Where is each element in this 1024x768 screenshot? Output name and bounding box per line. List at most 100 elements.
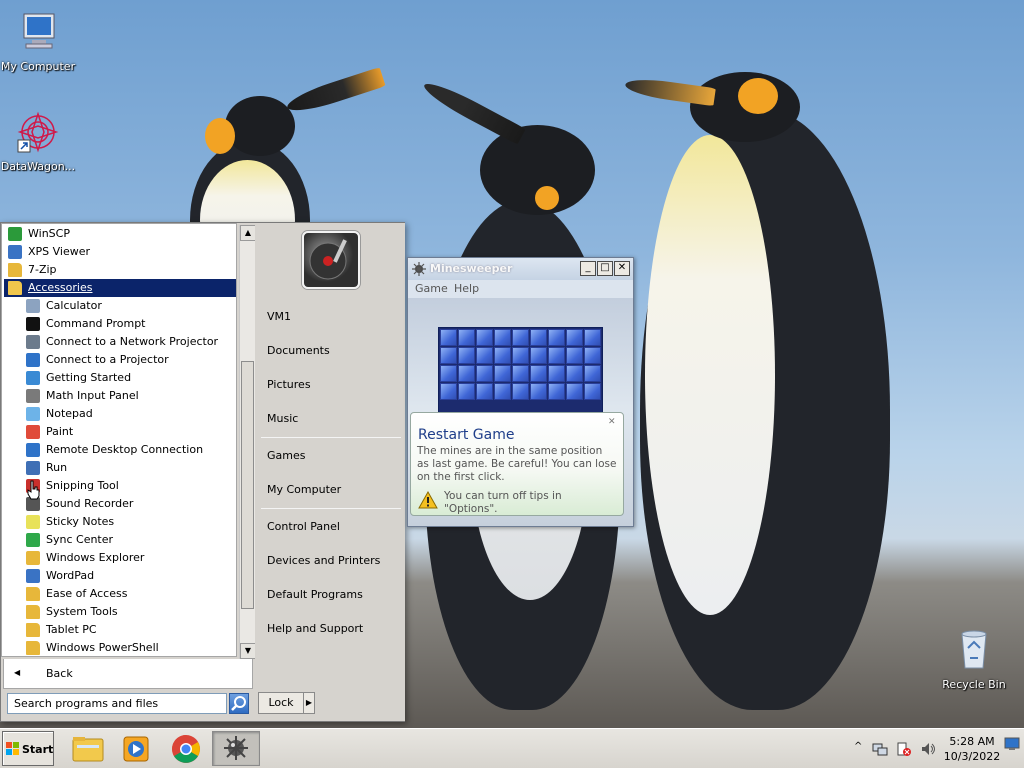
mine-cell[interactable] bbox=[512, 329, 529, 346]
menu-game[interactable]: Game bbox=[415, 282, 448, 295]
start-item-pictures[interactable]: Pictures bbox=[267, 375, 403, 395]
clock-date[interactable]: 10/3/2022 bbox=[942, 750, 1002, 763]
program-item-sticky-notes[interactable]: Sticky Notes bbox=[4, 513, 236, 531]
program-item-math-input-panel[interactable]: Math Input Panel bbox=[4, 387, 236, 405]
start-item-devices-printers[interactable]: Devices and Printers bbox=[267, 551, 403, 571]
start-item-games[interactable]: Games bbox=[267, 446, 403, 466]
scroll-up-button[interactable]: ▲ bbox=[240, 225, 256, 241]
mine-cell[interactable] bbox=[584, 365, 601, 382]
mine-cell[interactable] bbox=[440, 329, 457, 346]
scroll-thumb[interactable] bbox=[241, 361, 254, 609]
action-center-icon[interactable] bbox=[896, 741, 912, 757]
taskbar-media-player[interactable] bbox=[112, 731, 160, 766]
mine-cell[interactable] bbox=[512, 347, 529, 364]
close-tip-icon[interactable]: ✕ bbox=[608, 417, 618, 427]
mine-cell[interactable] bbox=[548, 383, 565, 400]
mine-cell[interactable] bbox=[566, 365, 583, 382]
start-item-control-panel[interactable]: Control Panel bbox=[267, 517, 403, 537]
program-item-system-tools[interactable]: System Tools bbox=[4, 603, 236, 621]
mine-cell[interactable] bbox=[566, 383, 583, 400]
minesweeper-titlebar[interactable]: Minesweeper _ □ ✕ bbox=[408, 258, 633, 280]
start-item-vm1[interactable]: VM1 bbox=[267, 307, 403, 327]
mine-cell[interactable] bbox=[512, 383, 529, 400]
mine-cell[interactable] bbox=[458, 347, 475, 364]
mine-cell[interactable] bbox=[530, 383, 547, 400]
mine-cell[interactable] bbox=[584, 329, 601, 346]
taskbar-chrome[interactable] bbox=[162, 731, 210, 766]
start-item-my-computer[interactable]: My Computer bbox=[267, 480, 403, 500]
program-list-scrollbar[interactable]: ▲ ▼ bbox=[239, 225, 256, 659]
mine-cell[interactable] bbox=[494, 365, 511, 382]
mine-cell[interactable] bbox=[440, 383, 457, 400]
mine-cell[interactable] bbox=[548, 365, 565, 382]
shutdown-options-button[interactable]: ▶ bbox=[303, 692, 315, 714]
show-desktop-icon[interactable] bbox=[1004, 737, 1020, 751]
network-icon[interactable] bbox=[872, 741, 888, 757]
mine-cell[interactable] bbox=[548, 347, 565, 364]
mine-cell[interactable] bbox=[476, 365, 493, 382]
mine-cell[interactable] bbox=[458, 329, 475, 346]
start-item-music[interactable]: Music bbox=[267, 409, 403, 429]
mine-cell[interactable] bbox=[530, 347, 547, 364]
menu-help[interactable]: Help bbox=[454, 282, 479, 295]
program-item-run[interactable]: Run bbox=[4, 459, 236, 477]
clock-time[interactable]: 5:28 AM bbox=[942, 735, 1002, 748]
program-item-connect-to-a-network-projector[interactable]: Connect to a Network Projector bbox=[4, 333, 236, 351]
mine-cell[interactable] bbox=[548, 329, 565, 346]
desktop-icon-my-computer[interactable]: My Computer bbox=[0, 10, 76, 73]
minimize-button[interactable]: _ bbox=[580, 261, 596, 276]
mine-cell[interactable] bbox=[476, 329, 493, 346]
program-item-sync-center[interactable]: Sync Center bbox=[4, 531, 236, 549]
mine-cell[interactable] bbox=[530, 365, 547, 382]
program-item-paint[interactable]: Paint bbox=[4, 423, 236, 441]
mine-cell[interactable] bbox=[476, 383, 493, 400]
mine-cell[interactable] bbox=[566, 347, 583, 364]
program-item-command-prompt[interactable]: Command Prompt bbox=[4, 315, 236, 333]
mine-cell[interactable] bbox=[494, 383, 511, 400]
program-item-tablet-pc[interactable]: Tablet PC bbox=[4, 621, 236, 639]
mine-cell[interactable] bbox=[584, 347, 601, 364]
program-item-wordpad[interactable]: WordPad bbox=[4, 567, 236, 585]
back-button[interactable]: ◀ Back bbox=[3, 659, 253, 689]
program-item-windows-powershell[interactable]: Windows PowerShell bbox=[4, 639, 236, 657]
search-input[interactable]: Search programs and files bbox=[7, 693, 227, 714]
start-button[interactable]: Start bbox=[2, 731, 54, 766]
scroll-down-button[interactable]: ▼ bbox=[240, 643, 256, 659]
maximize-button[interactable]: □ bbox=[597, 261, 613, 276]
mine-cell[interactable] bbox=[584, 383, 601, 400]
mine-cell[interactable] bbox=[494, 347, 511, 364]
mine-cell[interactable] bbox=[476, 347, 493, 364]
minesweeper-grid[interactable] bbox=[438, 327, 603, 413]
desktop-icon-datawagon[interactable]: DataWagon... bbox=[0, 110, 76, 173]
program-item-calculator[interactable]: Calculator bbox=[4, 297, 236, 315]
program-item-xps-viewer[interactable]: XPS Viewer bbox=[4, 243, 236, 261]
program-item-accessories[interactable]: Accessories bbox=[4, 279, 236, 297]
lock-button[interactable]: Lock bbox=[258, 692, 304, 714]
mine-cell[interactable] bbox=[458, 365, 475, 382]
program-item-remote-desktop-connection[interactable]: Remote Desktop Connection bbox=[4, 441, 236, 459]
mine-cell[interactable] bbox=[512, 365, 529, 382]
volume-icon[interactable] bbox=[920, 741, 936, 757]
taskbar-minesweeper[interactable] bbox=[212, 731, 260, 766]
program-item-7-zip[interactable]: 7-Zip bbox=[4, 261, 236, 279]
program-item-winscp[interactable]: WinSCP bbox=[4, 225, 236, 243]
program-item-getting-started[interactable]: Getting Started bbox=[4, 369, 236, 387]
close-button[interactable]: ✕ bbox=[614, 261, 630, 276]
desktop-icon-recycle-bin[interactable]: Recycle Bin bbox=[936, 626, 1012, 691]
start-item-default-programs[interactable]: Default Programs bbox=[267, 585, 403, 605]
program-item-notepad[interactable]: Notepad bbox=[4, 405, 236, 423]
start-item-documents[interactable]: Documents bbox=[267, 341, 403, 361]
program-item-windows-explorer[interactable]: Windows Explorer bbox=[4, 549, 236, 567]
user-picture[interactable] bbox=[302, 231, 360, 289]
show-hidden-icons-button[interactable]: ^ bbox=[854, 741, 862, 752]
mine-cell[interactable] bbox=[440, 365, 457, 382]
mine-cell[interactable] bbox=[530, 329, 547, 346]
mine-cell[interactable] bbox=[458, 383, 475, 400]
program-item-ease-of-access[interactable]: Ease of Access bbox=[4, 585, 236, 603]
program-item-connect-to-a-projector[interactable]: Connect to a Projector bbox=[4, 351, 236, 369]
mine-cell[interactable] bbox=[440, 347, 457, 364]
search-button[interactable] bbox=[229, 693, 249, 714]
mine-cell[interactable] bbox=[494, 329, 511, 346]
start-item-help-support[interactable]: Help and Support bbox=[267, 619, 403, 639]
taskbar-windows-explorer[interactable] bbox=[64, 731, 112, 766]
